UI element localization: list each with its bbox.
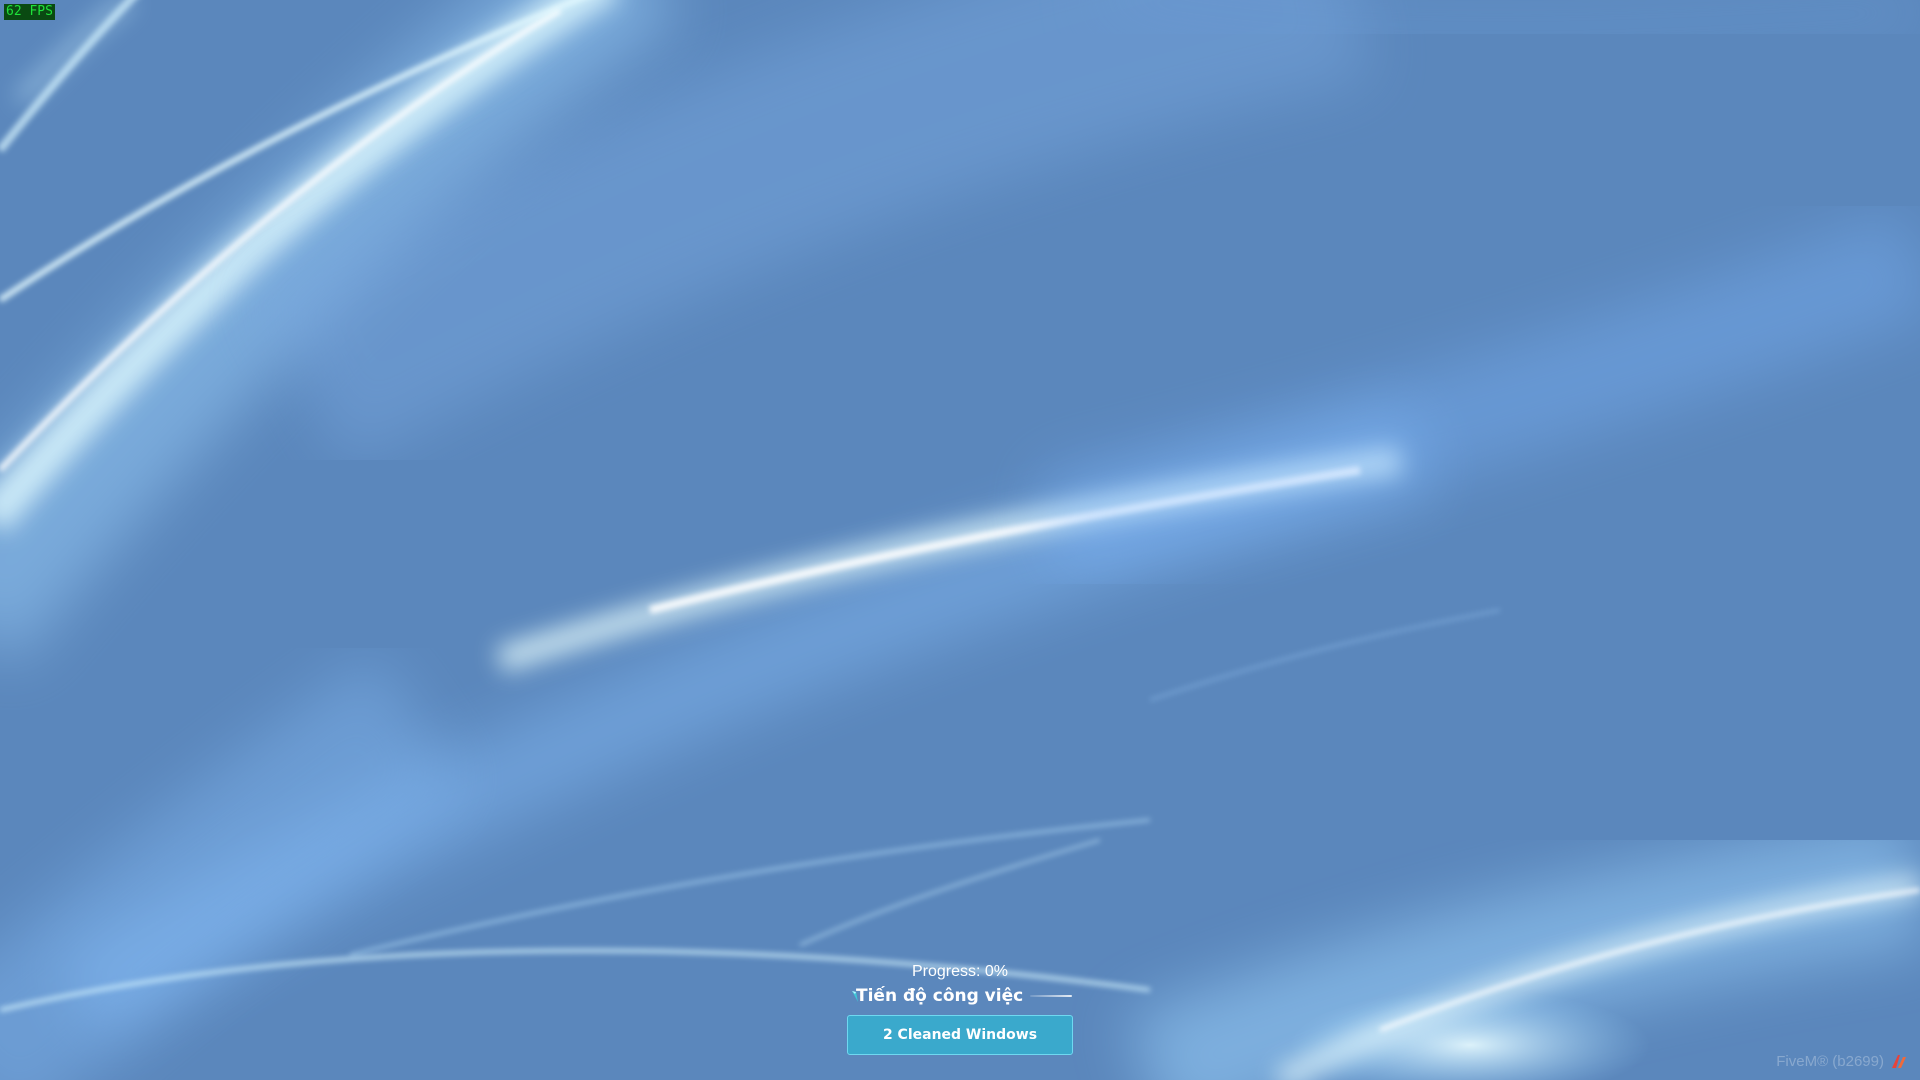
cleaned-windows-button[interactable]: 2 Cleaned Windows bbox=[847, 1015, 1073, 1055]
fivem-logo-icon bbox=[1890, 1053, 1908, 1071]
task-progress-line bbox=[1030, 995, 1072, 997]
abstract-light-wallpaper bbox=[0, 0, 1920, 1080]
client-version-label: FiveM® (b2699) bbox=[1776, 1053, 1884, 1070]
fps-counter: 62 FPS bbox=[4, 4, 55, 20]
loading-screen: 62 FPS Progress: 0% Tiến độ công việc 2 … bbox=[0, 0, 1920, 1080]
task-title: Tiến độ công việc bbox=[856, 986, 1024, 1006]
progress-text: Progress: 0% bbox=[911, 963, 1009, 980]
client-branding: FiveM® (b2699) bbox=[1776, 1052, 1908, 1072]
task-progress-row: Tiến độ công việc bbox=[850, 984, 1080, 1008]
